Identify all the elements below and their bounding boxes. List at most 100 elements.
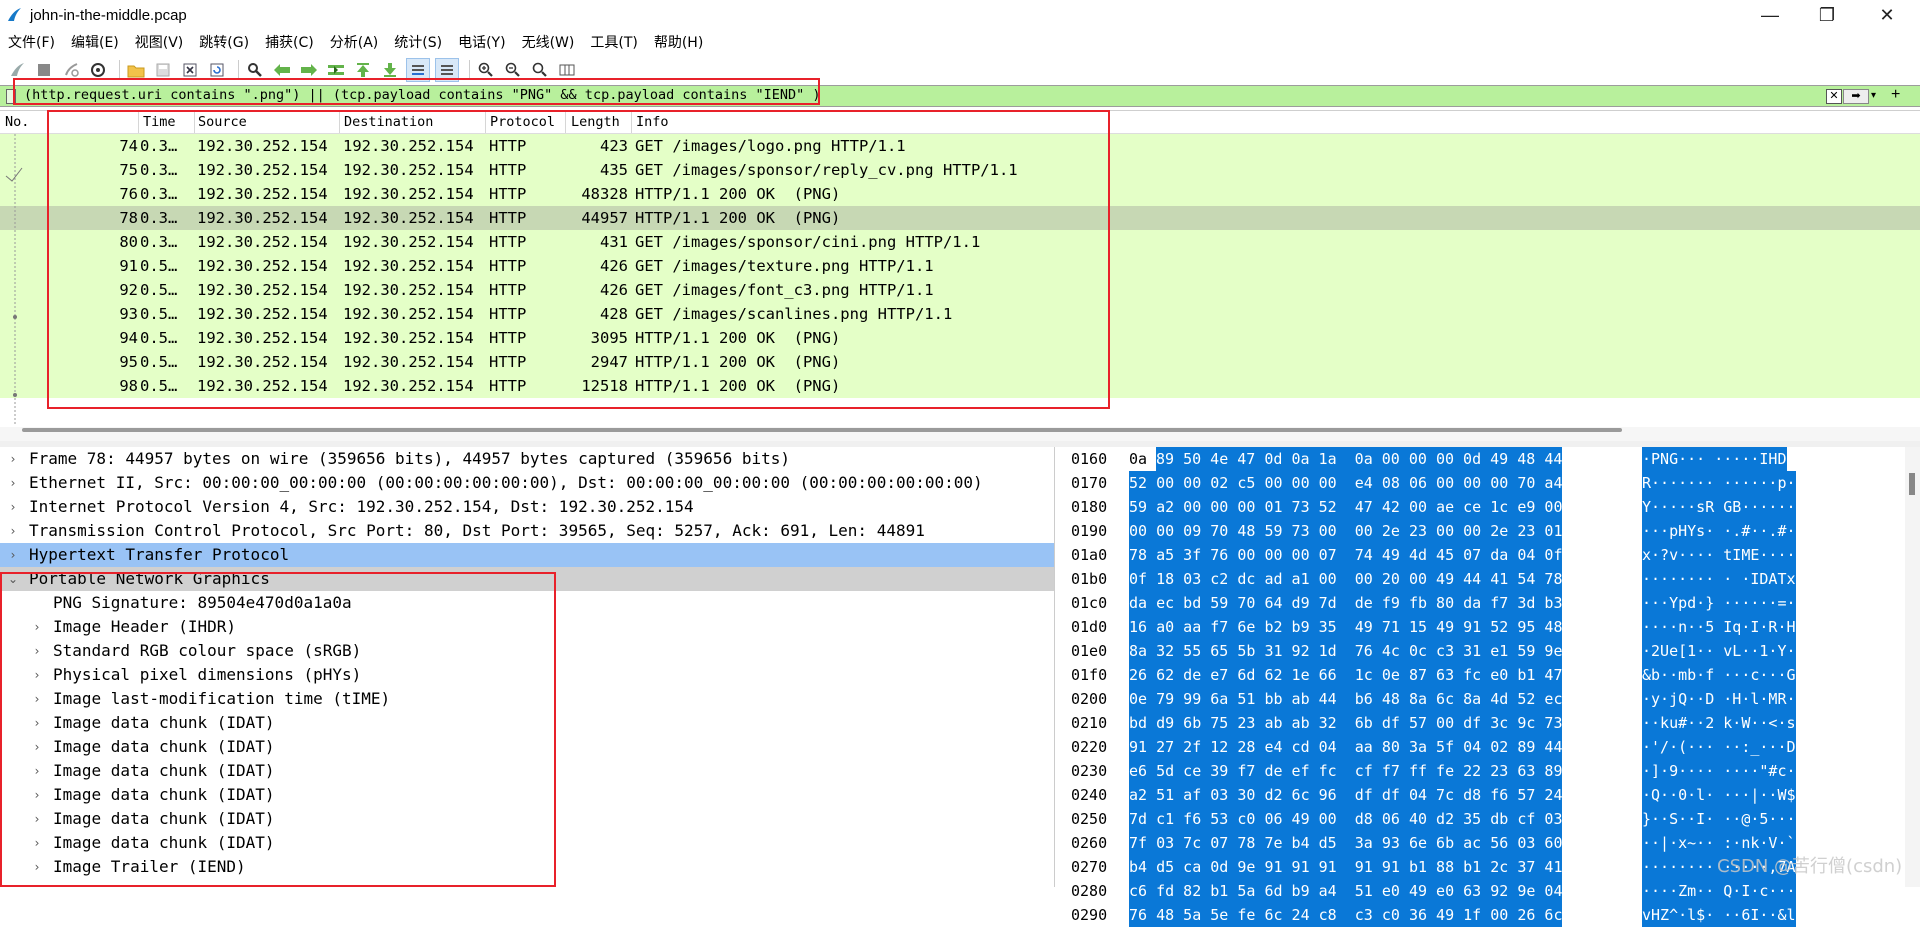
hex-row[interactable]: 01d0 16 a0 aa f7 6e b2 b9 35 49 71 15 49 … — [1061, 615, 1920, 639]
hex-row[interactable]: 0250 7d c1 f6 53 c0 06 49 00 d8 06 40 d2 … — [1061, 807, 1920, 831]
hex-row[interactable]: 01e0 8a 32 55 65 5b 31 92 1d 76 4c 0c c3 … — [1061, 639, 1920, 663]
menu-wireless[interactable]: 无线(W) — [514, 32, 583, 52]
column-header-no[interactable]: No. — [5, 114, 29, 130]
ascii-bytes-selected[interactable]: R······· ······p· — [1642, 471, 1796, 495]
hex-offset: 0220 — [1071, 738, 1108, 756]
hex-bytes-selected[interactable]: bd d9 6b 75 23 ab ab 32 6b df 57 00 df 3… — [1129, 711, 1563, 735]
hex-bytes-selected[interactable]: 7f 03 7c 07 78 7e b4 d5 3a 93 6e 6b ac 5… — [1129, 831, 1563, 855]
hex-row[interactable]: 0170 52 00 00 02 c5 00 00 00 e4 08 06 00 … — [1061, 471, 1920, 495]
hex-bytes-selected[interactable]: b4 d5 ca 0d 9e 91 91 91 91 91 b1 88 b1 2… — [1129, 855, 1563, 879]
ascii-bytes-selected[interactable]: ···pHYs· ·.#··.#· — [1642, 519, 1796, 543]
hex-bytes-selected[interactable]: 0e 79 99 6a 51 bb ab 44 b6 48 8a 6c 8a 4… — [1129, 687, 1563, 711]
hex-bytes-selected[interactable]: 59 a2 00 00 00 01 73 52 47 42 00 ae ce 1… — [1129, 495, 1563, 519]
detail-tree-item[interactable]: › Internet Protocol Version 4, Src: 192.3… — [0, 495, 1054, 519]
hex-bytes-selected[interactable]: 00 00 09 70 48 59 73 00 00 2e 23 00 00 2… — [1129, 519, 1563, 543]
filter-history-dropdown[interactable]: ▾ — [1871, 89, 1882, 102]
ascii-bytes-selected[interactable]: ·2Ue[1·· vL··1·Y· — [1642, 639, 1796, 663]
hex-bytes-selected[interactable]: 78 a5 3f 76 00 00 00 07 74 49 4d 45 07 d… — [1129, 543, 1563, 567]
detail-tree-item[interactable]: › Hypertext Transfer Protocol — [0, 543, 1054, 567]
expand-arrow-icon[interactable]: › — [6, 471, 20, 495]
expand-arrow-icon[interactable]: › — [6, 519, 20, 543]
ascii-bytes-selected[interactable]: Y·····sR GB······ — [1642, 495, 1796, 519]
hex-bytes-selected[interactable]: 26 62 de e7 6d 62 1e 66 1c 0e 87 63 fc e… — [1129, 663, 1563, 687]
menu-tools[interactable]: 工具(T) — [582, 32, 645, 52]
hex-row[interactable]: 0200 0e 79 99 6a 51 bb ab 44 b6 48 8a 6c … — [1061, 687, 1920, 711]
menu-go[interactable]: 跳转(G) — [191, 32, 257, 52]
window-title: john-in-the-middle.pcap — [30, 6, 187, 24]
ascii-bytes-selected[interactable]: ····n··5 Iq·I·R·H — [1642, 615, 1796, 639]
ascii-bytes-selected[interactable]: ·]·9···· ····"#c· — [1642, 759, 1796, 783]
ascii-bytes-selected[interactable]: ·PNG··· ·····IHD — [1642, 447, 1787, 471]
hex-bytes-selected[interactable]: 16 a0 aa f7 6e b2 b9 35 49 71 15 49 91 5… — [1129, 615, 1563, 639]
toolbar-separator — [119, 60, 120, 80]
packet-bytes-pane[interactable]: 0160 0a 89 50 4e 47 0d 0a 1a 0a 00 00 00 0… — [1061, 447, 1920, 927]
ascii-bytes-selected[interactable]: ····Zm·· Q·I·c··· — [1642, 879, 1796, 903]
ascii-bytes-selected[interactable]: x·?v···· tIME···· — [1642, 543, 1796, 567]
expand-arrow-icon[interactable]: › — [6, 543, 20, 567]
hex-offset: 01e0 — [1071, 642, 1108, 660]
menu-telephony[interactable]: 电话(Y) — [450, 32, 513, 52]
hex-bytes-selected[interactable]: 76 48 5a 5e fe 6c 24 c8 c3 c0 36 49 1f 0… — [1129, 903, 1563, 927]
hex-row[interactable]: 0220 91 27 2f 12 28 e4 cd 04 aa 80 3a 5f … — [1061, 735, 1920, 759]
maximize-button[interactable]: ❐ — [1804, 0, 1850, 30]
ascii-bytes-selected[interactable]: ···Ypd·} ······=· — [1642, 591, 1796, 615]
hex-bytes-selected[interactable]: 7d c1 f6 53 c0 06 49 00 d8 06 40 d2 35 d… — [1129, 807, 1563, 831]
hex-row[interactable]: 0180 59 a2 00 00 00 01 73 52 47 42 00 ae … — [1061, 495, 1920, 519]
detail-tree-item[interactable]: › Transmission Control Protocol, Src Port… — [0, 519, 1054, 543]
hex-row[interactable]: 01a0 78 a5 3f 76 00 00 00 07 74 49 4d 45 … — [1061, 543, 1920, 567]
menu-help[interactable]: 帮助(H) — [646, 32, 711, 52]
hex-bytes-selected[interactable]: 52 00 00 02 c5 00 00 00 e4 08 06 00 00 0… — [1129, 471, 1563, 495]
ascii-bytes-selected[interactable]: ········ · ·IDATx — [1642, 567, 1796, 591]
menu-statistics[interactable]: 统计(S) — [386, 32, 450, 52]
detail-tree-label: Hypertext Transfer Protocol — [29, 545, 290, 564]
hex-offset: 0280 — [1071, 882, 1108, 900]
menu-file[interactable]: 文件(F) — [0, 32, 63, 52]
hex-bytes-selected[interactable]: 89 50 4e 47 0d 0a 1a 0a 00 00 00 0d 49 4… — [1156, 447, 1563, 471]
hex-offset: 01f0 — [1071, 666, 1108, 684]
detail-tree-item[interactable]: › Frame 78: 44957 bytes on wire (359656 b… — [0, 447, 1054, 471]
ascii-bytes-selected[interactable]: ··ku#··2 k·W··<·s — [1642, 711, 1796, 735]
minimize-button[interactable]: — — [1747, 0, 1793, 30]
expand-arrow-icon[interactable]: › — [6, 447, 20, 471]
menu-edit[interactable]: 编辑(E) — [63, 32, 127, 52]
filter-apply-button[interactable]: ➡ — [1843, 89, 1869, 104]
ascii-bytes-selected[interactable]: }··S··I· ··@·5··· — [1642, 807, 1796, 831]
menu-analyze[interactable]: 分析(A) — [322, 32, 387, 52]
hex-bytes-selected[interactable]: da ec bd 59 70 64 d9 7d de f9 fb 80 da f… — [1129, 591, 1563, 615]
add-filter-button[interactable]: + — [1891, 86, 1900, 104]
ascii-bytes-selected[interactable]: ·y·jQ··D ·H·l·MR· — [1642, 687, 1796, 711]
hex-row[interactable]: 0290 76 48 5a 5e fe 6c 24 c8 c3 c0 36 49 … — [1061, 903, 1920, 927]
hex-bytes-selected[interactable]: 91 27 2f 12 28 e4 cd 04 aa 80 3a 5f 04 0… — [1129, 735, 1563, 759]
vertical-scrollbar-thumb[interactable] — [1909, 473, 1915, 495]
hex-row[interactable]: 0230 e6 5d ce 39 f7 de ef fc cf f7 ff fe … — [1061, 759, 1920, 783]
ascii-bytes-selected[interactable]: &b··mb·f ···c···G — [1642, 663, 1796, 687]
menu-view[interactable]: 视图(V) — [127, 32, 192, 52]
hex-row[interactable]: 01b0 0f 18 03 c2 dc ad a1 00 00 20 00 49 … — [1061, 567, 1920, 591]
hex-row[interactable]: 0210 bd d9 6b 75 23 ab ab 32 6b df 57 00 … — [1061, 711, 1920, 735]
hex-bytes-selected[interactable]: 8a 32 55 65 5b 31 92 1d 76 4c 0c c3 31 e… — [1129, 639, 1563, 663]
hex-row[interactable]: 0280 c6 fd 82 b1 5a 6d b9 a4 51 e0 49 e0 … — [1061, 879, 1920, 903]
hex-bytes-selected[interactable]: a2 51 af 03 30 d2 6c 96 df df 04 7c d8 f… — [1129, 783, 1563, 807]
hex-offset: 01b0 — [1071, 570, 1108, 588]
vertical-scrollbar[interactable] — [1905, 447, 1920, 887]
ascii-bytes-selected[interactable]: ·Q··0·l· ···|··W$ — [1642, 783, 1796, 807]
expand-arrow-icon[interactable]: › — [6, 495, 20, 519]
annotation-box-filter — [13, 78, 820, 105]
hex-row[interactable]: 0190 00 00 09 70 48 59 73 00 00 2e 23 00 … — [1061, 519, 1920, 543]
hex-byte-unselected[interactable]: 0a — [1129, 447, 1147, 471]
detail-tree-item[interactable]: › Ethernet II, Src: 00:00:00_00:00:00 (00… — [0, 471, 1054, 495]
horizontal-scrollbar-thumb[interactable] — [22, 428, 1622, 432]
ascii-bytes-selected[interactable]: ·'/·(··· ··:_···D — [1642, 735, 1796, 759]
hex-row[interactable]: 0160 0a 89 50 4e 47 0d 0a 1a 0a 00 00 00 0… — [1061, 447, 1920, 471]
hex-bytes-selected[interactable]: e6 5d ce 39 f7 de ef fc cf f7 ff fe 22 2… — [1129, 759, 1563, 783]
hex-row[interactable]: 01f0 26 62 de e7 6d 62 1e 66 1c 0e 87 63 … — [1061, 663, 1920, 687]
hex-row[interactable]: 0240 a2 51 af 03 30 d2 6c 96 df df 04 7c … — [1061, 783, 1920, 807]
filter-clear-button[interactable]: ✕ — [1826, 89, 1842, 104]
menu-capture[interactable]: 捕获(C) — [257, 32, 322, 52]
hex-bytes-selected[interactable]: 0f 18 03 c2 dc ad a1 00 00 20 00 49 44 4… — [1129, 567, 1563, 591]
hex-row[interactable]: 01c0 da ec bd 59 70 64 d9 7d de f9 fb 80 … — [1061, 591, 1920, 615]
hex-offset: 0290 — [1071, 906, 1108, 924]
close-button[interactable]: ✕ — [1864, 0, 1910, 30]
ascii-bytes-selected[interactable]: vHZ^·l$· ··6I··&l — [1642, 903, 1796, 927]
hex-bytes-selected[interactable]: c6 fd 82 b1 5a 6d b9 a4 51 e0 49 e0 63 9… — [1129, 879, 1563, 903]
